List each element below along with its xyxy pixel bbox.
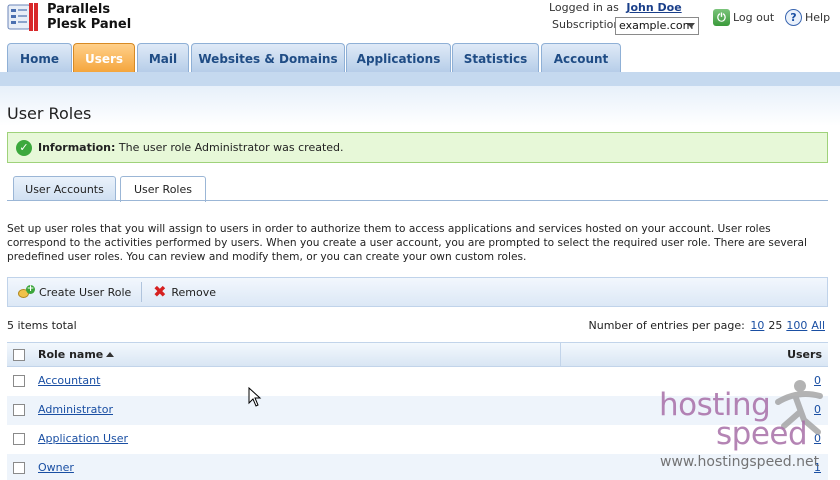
chevron-down-icon [687, 23, 695, 28]
brand-line-1: Parallels [47, 2, 111, 17]
table-row: Application User 0 [7, 425, 828, 454]
row-checkbox[interactable] [13, 375, 25, 387]
brand-line-2: Plesk Panel [47, 17, 132, 32]
logout-icon: ⏻ [713, 9, 730, 26]
tab-label: Home [20, 51, 59, 66]
logout-button[interactable]: ⏻ Log out [713, 9, 774, 26]
nav-fade [0, 86, 840, 126]
subtab-user-accounts[interactable]: User Accounts [13, 176, 116, 201]
sort-ascending-icon [106, 352, 115, 357]
column-role-name[interactable]: Role name [38, 348, 115, 361]
help-label: Help [805, 11, 831, 24]
subscription-value: example.com [619, 19, 694, 32]
create-user-role-label: Create User Role [39, 285, 132, 299]
role-name-link[interactable]: Accountant [38, 374, 100, 387]
tab-label: Statistics [463, 51, 528, 66]
tab-users[interactable]: Users [73, 43, 135, 73]
per-page-10[interactable]: 10 [750, 319, 764, 332]
parallels-logo-icon [7, 2, 39, 32]
toolbar-separator [141, 282, 143, 302]
tab-label: Applications [356, 51, 441, 66]
row-checkbox[interactable] [13, 462, 25, 474]
role-name-link[interactable]: Owner [38, 461, 74, 474]
subtabs-divider [7, 200, 828, 201]
entries-per-page: Number of entries per page: 10 25 100 All [589, 319, 828, 332]
role-name-link[interactable]: Application User [38, 432, 128, 445]
help-icon: ? [785, 9, 802, 26]
column-users[interactable]: Users [787, 348, 822, 361]
remove-button[interactable]: ✖ Remove [152, 281, 216, 301]
checkmark-icon: ✓ [16, 139, 32, 156]
select-all-checkbox[interactable] [13, 349, 25, 361]
row-checkbox[interactable] [13, 404, 25, 416]
subscription-label: Subscription [552, 18, 621, 31]
tab-label: Users [84, 51, 124, 66]
table-header: Role name Users [7, 342, 828, 367]
list-toolbar: + Create User Role ✖ Remove [7, 277, 828, 307]
page-title: User Roles [7, 104, 92, 123]
help-button[interactable]: ? Help [785, 9, 830, 26]
info-message: ✓ Information: The user role Administrat… [7, 132, 828, 163]
mouse-cursor-icon [248, 387, 262, 407]
user-name-link[interactable]: John Doe [626, 1, 681, 14]
remove-icon: ✖ [153, 281, 167, 301]
logged-in-info: Logged in as John Doe [549, 1, 682, 14]
tab-account[interactable]: Account [541, 43, 621, 73]
logout-label: Log out [733, 11, 775, 24]
info-text: The user role Administrator was created. [118, 141, 344, 154]
watermark-line-2: speed [716, 416, 808, 452]
tab-statistics[interactable]: Statistics [452, 43, 539, 73]
subtab-user-roles[interactable]: User Roles [120, 176, 206, 202]
logged-in-label: Logged in as [549, 1, 619, 14]
column-divider [560, 343, 561, 367]
watermark-url: www.hostingspeed.net [660, 454, 820, 470]
per-page-25: 25 [768, 319, 783, 332]
subtab-label: User Accounts [25, 182, 104, 196]
subtab-label: User Roles [133, 183, 192, 196]
tab-label: Account [553, 51, 609, 66]
add-role-icon: + [18, 284, 35, 300]
items-total: 5 items total [7, 319, 77, 332]
create-user-role-button[interactable]: + Create User Role [18, 284, 132, 300]
role-name-link[interactable]: Administrator [38, 403, 113, 416]
tab-label: Websites & Domains [198, 51, 338, 66]
row-checkbox[interactable] [13, 433, 25, 445]
remove-label: Remove [171, 285, 216, 299]
tab-mail[interactable]: Mail [137, 43, 189, 73]
tab-home[interactable]: Home [7, 43, 72, 73]
tab-websites-domains[interactable]: Websites & Domains [191, 43, 345, 73]
per-page-all[interactable]: All [811, 319, 825, 332]
tab-applications[interactable]: Applications [346, 43, 451, 73]
subscription-select[interactable]: example.com [615, 17, 699, 35]
per-page-label: Number of entries per page: [588, 319, 745, 332]
top-bar: Parallels Plesk Panel Logged in as John … [0, 0, 840, 44]
description-text: Set up user roles that you will assign t… [7, 223, 807, 263]
nav-band [0, 72, 840, 86]
column-role-name-label: Role name [38, 348, 104, 361]
per-page-100[interactable]: 100 [786, 319, 807, 332]
brand-name: Parallels Plesk Panel [47, 2, 131, 32]
info-label: Information: [38, 141, 116, 154]
tab-label: Mail [148, 51, 178, 66]
main-tabs: Home Users Mail Websites & Domains Appli… [0, 43, 840, 73]
